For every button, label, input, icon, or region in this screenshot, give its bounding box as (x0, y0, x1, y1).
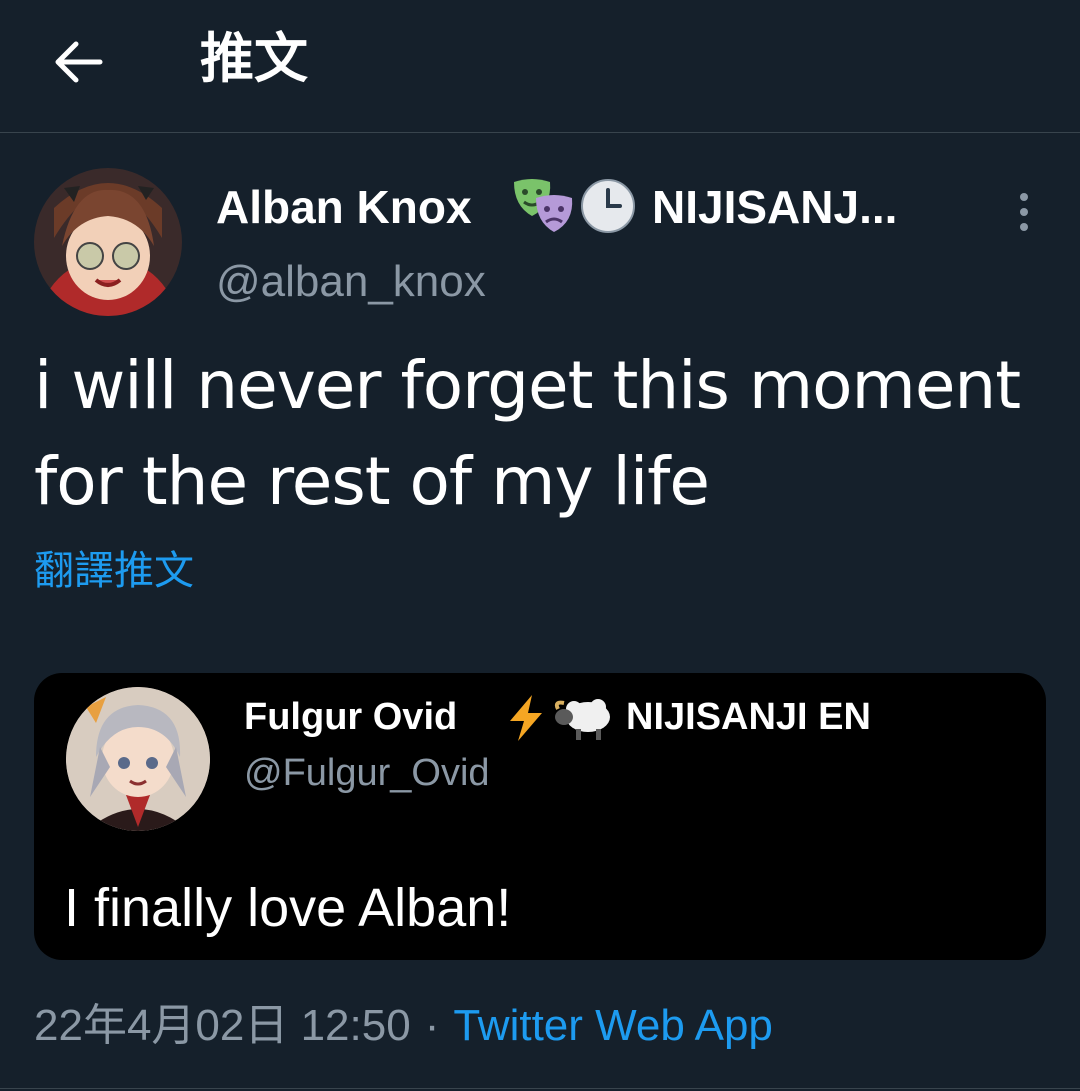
author-avatar[interactable] (34, 168, 182, 316)
more-dot-icon (1020, 208, 1028, 216)
tweet-timestamp[interactable]: 22年4月02日 12:50 (34, 1001, 411, 1050)
tweet-text: i will never forget this moment for the … (34, 347, 1021, 520)
quote-text: I finally love Alban! (64, 878, 512, 938)
quote-author-avatar (66, 687, 210, 831)
lightning-emoji (504, 693, 548, 743)
clock-emoji (580, 178, 636, 234)
more-dot-icon (1020, 223, 1028, 231)
more-dot-icon (1020, 193, 1028, 201)
quote-author-org-label: NIJISANJI EN (626, 696, 871, 738)
more-options-button[interactable] (1004, 188, 1044, 236)
quote-author-handle: @Fulgur_Ovid (244, 752, 490, 794)
author-handle[interactable]: @alban_knox (216, 254, 486, 310)
translate-tweet-link[interactable]: 翻譯推文 (34, 542, 194, 600)
performing-arts-emoji (510, 176, 576, 236)
arrow-left-icon (55, 41, 103, 83)
tweet-meta: 22年4月02日 12:50 · Twitter Web App (34, 996, 773, 1056)
quote-author-name: Fulgur Ovid (244, 696, 458, 738)
quoted-tweet-card[interactable]: Fulgur Ovid NIJISANJI EN @Fulgur_Ovid I … (34, 673, 1046, 960)
page-title: 推文 (200, 27, 308, 90)
top-bar: 推文 (0, 0, 1080, 133)
author-org-label: NIJISANJ... (652, 181, 898, 233)
divider (0, 1088, 1080, 1089)
sheep-emoji (554, 695, 614, 741)
back-button[interactable] (44, 28, 112, 96)
author-name[interactable]: Alban Knox (216, 178, 472, 236)
tweet-client-link[interactable]: Twitter Web App (453, 1001, 773, 1050)
meta-separator: · (424, 1001, 440, 1050)
